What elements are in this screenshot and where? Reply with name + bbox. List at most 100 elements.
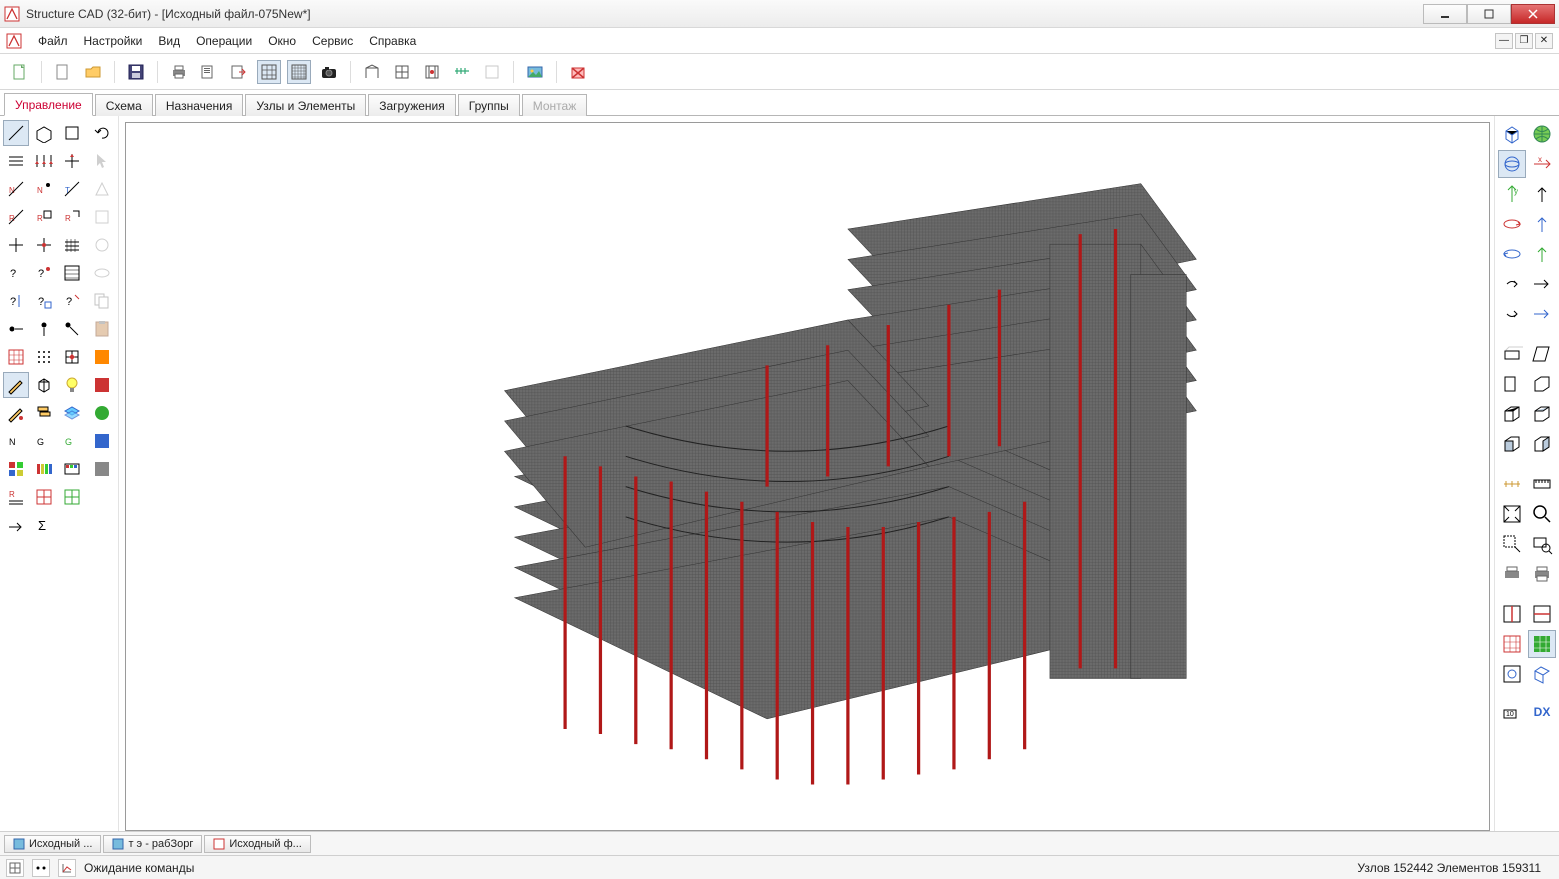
tool-hatch-icon[interactable] (59, 232, 85, 258)
tool-colormap-icon[interactable] (3, 456, 29, 482)
tool-bars-icon[interactable] (3, 148, 29, 174)
grid-right-icon[interactable] (1498, 630, 1526, 658)
view-rotate-z2-icon[interactable] (1498, 240, 1526, 268)
structure-tool-3-button[interactable] (420, 60, 444, 84)
proj-xy-icon[interactable] (1498, 340, 1526, 368)
tool-arrow-icon[interactable] (3, 512, 29, 538)
save-button[interactable] (124, 60, 148, 84)
tool-results-1-icon[interactable]: R (3, 204, 29, 230)
structure-tool-4-button[interactable] (450, 60, 474, 84)
tool-r-group-icon[interactable]: R (3, 484, 29, 510)
section-2-icon[interactable] (1498, 660, 1526, 688)
delete-button[interactable] (566, 60, 590, 84)
section-3-icon[interactable] (1528, 600, 1556, 628)
tab-management[interactable]: Управление (4, 93, 93, 116)
color-4-icon[interactable] (89, 428, 115, 454)
tool-grid-dots-icon[interactable] (31, 344, 57, 370)
view-pan-1-icon[interactable] (1498, 270, 1526, 298)
open-file-button[interactable] (51, 60, 75, 84)
mdi-restore-button[interactable]: ❐ (1515, 33, 1533, 49)
print-right-icon[interactable] (1498, 560, 1526, 588)
draw-box-icon[interactable] (31, 120, 57, 146)
status-btn-2[interactable] (32, 859, 50, 877)
tool-grid-small-icon[interactable] (3, 344, 29, 370)
menu-operations[interactable]: Операции (188, 31, 260, 51)
mdi-minimize-button[interactable]: ― (1495, 33, 1513, 49)
view-axis-y-icon[interactable]: y (1498, 180, 1526, 208)
minimize-button[interactable] (1423, 4, 1467, 24)
close-button[interactable] (1511, 4, 1555, 24)
menu-file[interactable]: Файл (30, 31, 76, 51)
view-up-3-icon[interactable] (1528, 240, 1556, 268)
copy-icon[interactable] (89, 288, 115, 314)
tool-g-group-icon[interactable]: G (31, 428, 57, 454)
section-1-icon[interactable] (1498, 600, 1526, 628)
status-btn-3[interactable] (58, 859, 76, 877)
tool-table-icon[interactable] (59, 260, 85, 286)
tool-results-2-icon[interactable]: R (31, 204, 57, 230)
doc-tab-1[interactable]: Исходный ... (4, 835, 101, 853)
tool-colorbar-icon[interactable] (31, 456, 57, 482)
tool-results-3-icon[interactable]: R (59, 204, 85, 230)
tab-scheme[interactable]: Схема (95, 94, 153, 116)
tool-query-5-icon[interactable]: ? (59, 288, 85, 314)
dx-button[interactable]: DX (1528, 700, 1556, 724)
view-orbit-icon[interactable] (1498, 150, 1526, 178)
tool-cube-icon[interactable] (31, 372, 57, 398)
tool-node-h-icon[interactable] (3, 316, 29, 342)
tool-node-diag-icon[interactable] (59, 316, 85, 342)
proj-iso-2-icon[interactable] (1528, 370, 1556, 398)
menu-view[interactable]: Вид (150, 31, 188, 51)
tool-palette-icon[interactable] (59, 456, 85, 482)
tool-cross-2-icon[interactable] (31, 232, 57, 258)
proj-top-icon[interactable] (1528, 400, 1556, 428)
view-up-2-icon[interactable] (1528, 210, 1556, 238)
tool-nodes-1-icon[interactable]: N (3, 176, 29, 202)
print-2-icon[interactable] (1528, 560, 1556, 588)
tool-grid-green-icon[interactable] (59, 484, 85, 510)
zoom-window-icon[interactable] (1498, 530, 1526, 558)
grid-green-icon[interactable] (1528, 630, 1556, 658)
tool-layers-2-icon[interactable] (59, 400, 85, 426)
tool-nodes-2-icon[interactable]: N (31, 176, 57, 202)
mdi-close-button[interactable]: ✕ (1535, 33, 1553, 49)
doc-tab-2[interactable]: т э - рабЗорг (103, 835, 202, 853)
print-preview-button[interactable] (197, 60, 221, 84)
print-button[interactable] (167, 60, 191, 84)
proj-xz-icon[interactable] (1498, 370, 1526, 398)
section-4-icon[interactable] (1528, 660, 1556, 688)
doc-tab-3[interactable]: Исходный ф... (204, 835, 310, 853)
tool-markers-icon[interactable] (31, 148, 57, 174)
tool-query-4-icon[interactable]: ? (31, 288, 57, 314)
new-file-button[interactable] (8, 60, 32, 84)
tool-lightbulb-icon[interactable] (59, 372, 85, 398)
camera-button[interactable] (317, 60, 341, 84)
tool-query-1-icon[interactable]: ? (3, 260, 29, 286)
tool-sigma-icon[interactable]: Σ (31, 512, 57, 538)
maximize-button[interactable] (1467, 4, 1511, 24)
tool-g-group-2-icon[interactable]: G (59, 428, 85, 454)
view-right-2-icon[interactable] (1528, 300, 1556, 328)
color-5-icon[interactable] (89, 456, 115, 482)
paste-icon[interactable] (89, 316, 115, 342)
color-1-icon[interactable] (89, 344, 115, 370)
view-pan-2-icon[interactable] (1498, 300, 1526, 328)
shape-1-icon[interactable] (89, 176, 115, 202)
view-globe-icon[interactable] (1528, 120, 1556, 148)
tool-query-2-icon[interactable]: ? (3, 288, 29, 314)
menu-service[interactable]: Сервис (304, 31, 361, 51)
status-btn-1[interactable] (6, 859, 24, 877)
shape-4-icon[interactable] (89, 260, 115, 286)
grid-fine-button[interactable] (287, 60, 311, 84)
fit-icon[interactable] (1498, 500, 1526, 528)
tab-assignments[interactable]: Назначения (155, 94, 244, 116)
3d-viewport[interactable] (125, 122, 1490, 831)
zoom-icon[interactable] (1528, 500, 1556, 528)
tool-n-group-icon[interactable]: N (3, 428, 29, 454)
tab-groups[interactable]: Группы (458, 94, 520, 116)
proj-yz-icon[interactable] (1528, 340, 1556, 368)
tool-grid-cross-icon[interactable] (59, 344, 85, 370)
tool-pencil-icon[interactable] (3, 372, 29, 398)
view-right-icon[interactable] (1528, 270, 1556, 298)
measure-icon[interactable] (1498, 470, 1526, 498)
